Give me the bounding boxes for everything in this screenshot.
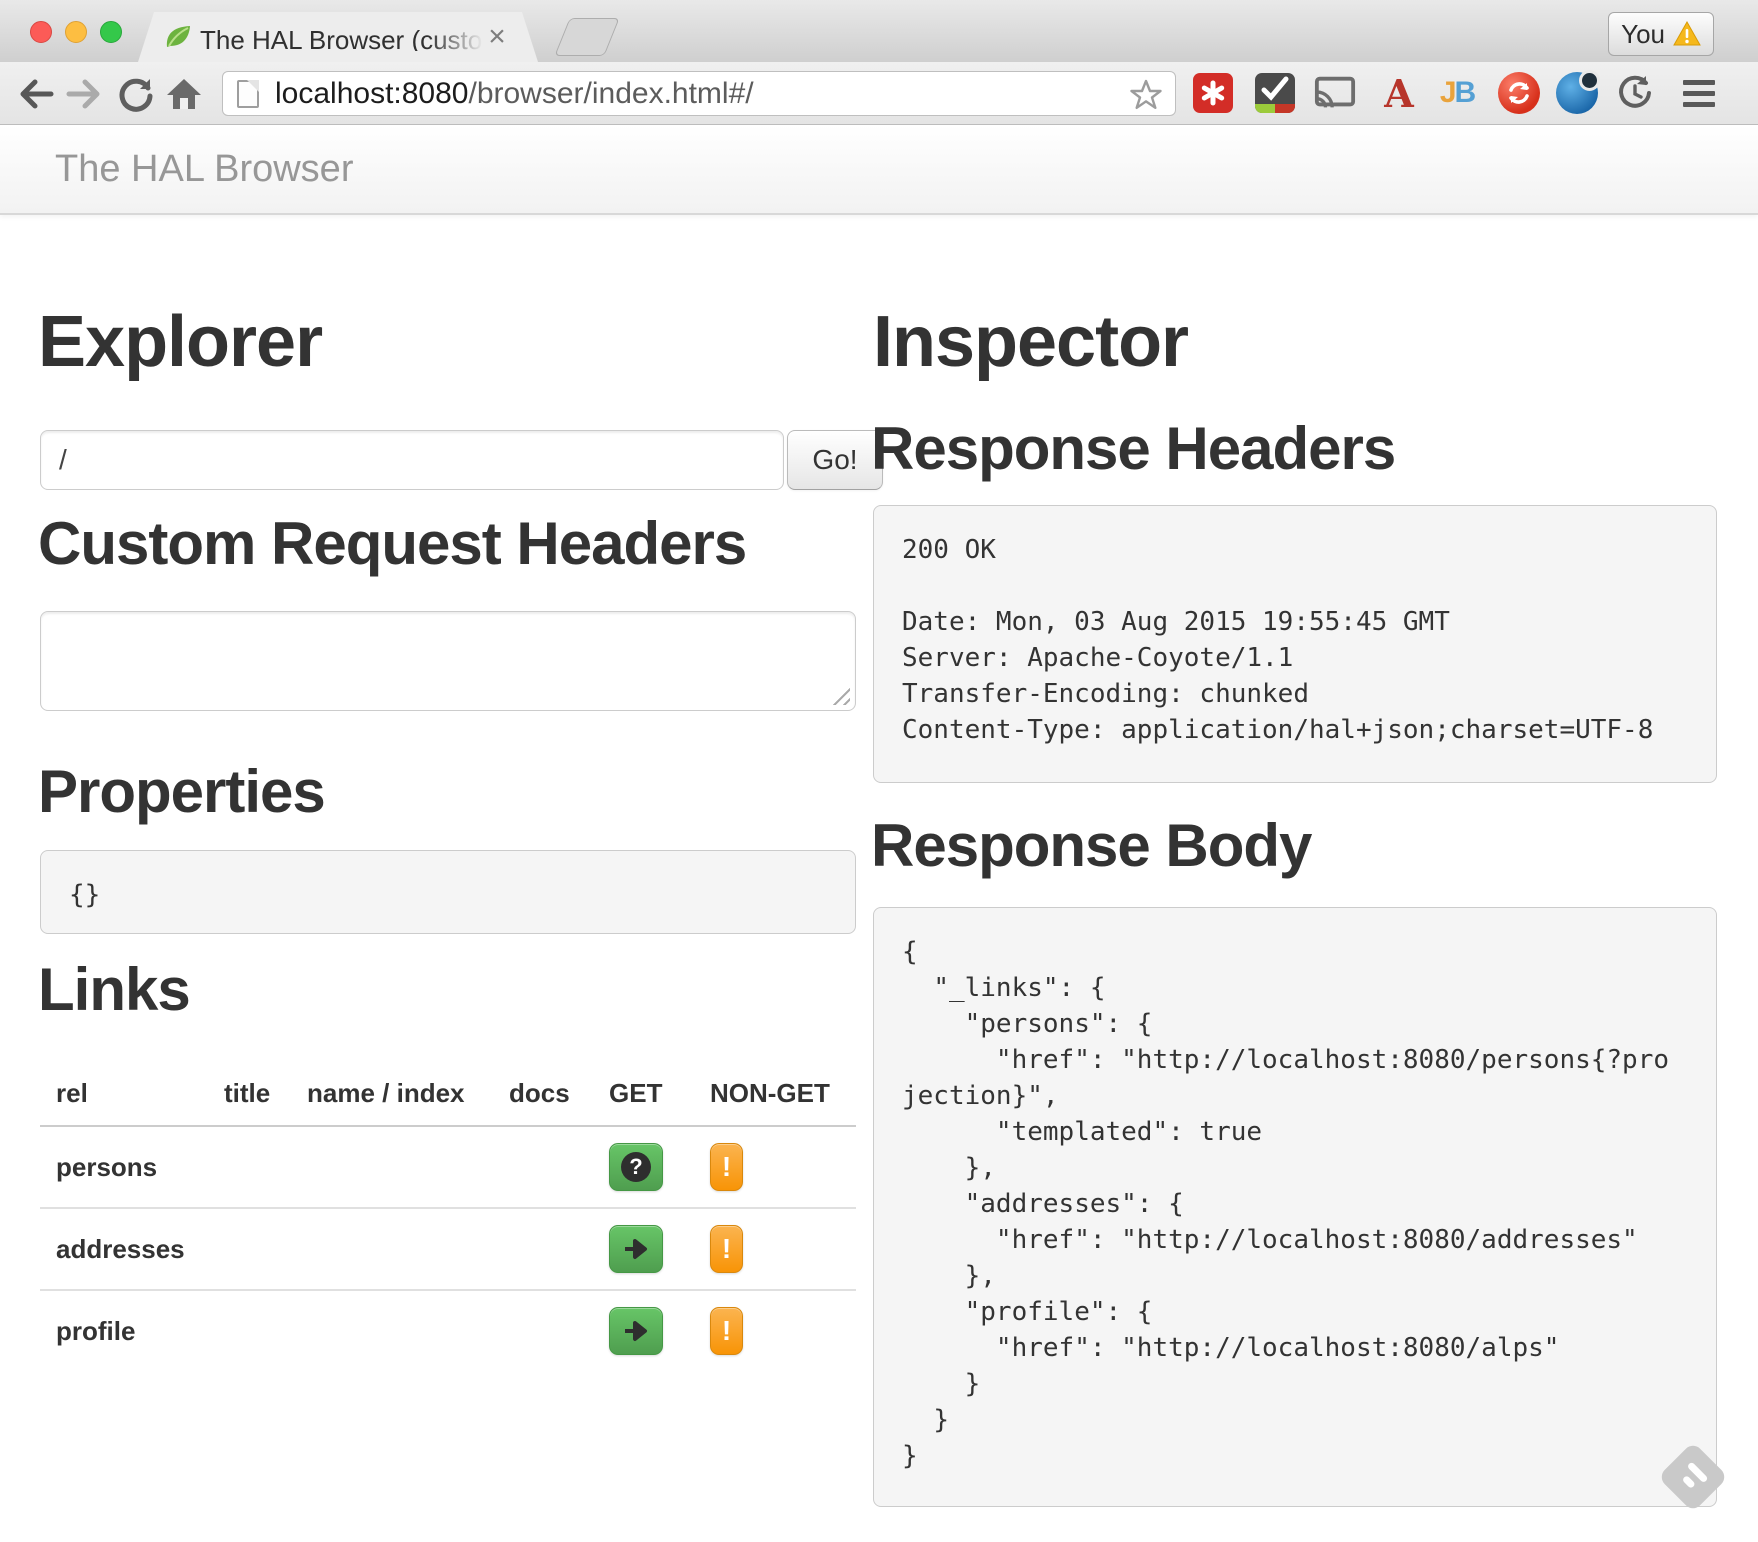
extension-history-icon[interactable] [1614, 72, 1656, 114]
url-bar[interactable]: localhost:8080/browser/index.html#/ [222, 71, 1176, 116]
col-name-index: name / index [307, 1062, 509, 1126]
get-button[interactable] [609, 1225, 663, 1273]
links-header-row: rel title name / index docs GET NON-GET [40, 1062, 856, 1126]
non-get-button[interactable]: ! [710, 1225, 743, 1273]
get-button[interactable]: ? [609, 1143, 663, 1191]
browser-tab[interactable]: The HAL Browser (customiz × [138, 12, 538, 62]
menu-icon[interactable] [1678, 72, 1720, 114]
extension-checker-icon[interactable] [1254, 72, 1296, 114]
exclamation-icon: ! [722, 1151, 731, 1183]
col-docs: docs [509, 1062, 609, 1126]
exclamation-icon: ! [722, 1233, 731, 1265]
explorer-heading: Explorer [38, 300, 322, 384]
tab-close-icon[interactable]: × [482, 22, 512, 52]
get-button[interactable] [609, 1307, 663, 1355]
rel-label: persons [40, 1126, 224, 1208]
question-icon: ? [621, 1152, 651, 1182]
url-text: localhost:8080/browser/index.html#/ [275, 77, 754, 111]
arrow-right-icon [622, 1319, 650, 1343]
url-path: /browser/index.html#/ [468, 77, 753, 110]
links-table: rel title name / index docs GET NON-GET … [40, 1062, 856, 1371]
home-button[interactable] [162, 72, 206, 116]
extension-chromecast-icon[interactable] [1314, 72, 1356, 114]
browser-window: The HAL Browser (customiz × You [0, 0, 1758, 1542]
spring-leaf-icon [164, 23, 192, 51]
response-body-heading: Response Body [871, 810, 1311, 882]
properties-value: {} [40, 850, 856, 934]
arrow-right-icon [622, 1237, 650, 1261]
site-header: The HAL Browser [0, 125, 1758, 215]
col-title: title [224, 1062, 307, 1126]
non-get-button[interactable]: ! [710, 1143, 743, 1191]
extension-annotator-icon[interactable]: A [1378, 72, 1420, 114]
window-titlebar: The HAL Browser (customiz × You [0, 0, 1758, 62]
link-row-persons: persons ? ! [40, 1126, 856, 1208]
profile-label: You [1621, 19, 1665, 50]
col-non-get: NON-GET [710, 1062, 856, 1126]
response-headers-value: 200 OK Date: Mon, 03 Aug 2015 19:55:45 G… [873, 505, 1717, 783]
links-heading: Links [38, 954, 190, 1026]
custom-headers-textarea[interactable] [40, 611, 856, 711]
exclamation-icon: ! [722, 1315, 731, 1347]
rel-label: addresses [40, 1208, 224, 1290]
url-host: localhost:8080 [275, 77, 468, 110]
close-window-button[interactable] [30, 21, 52, 43]
response-headers-heading: Response Headers [871, 413, 1395, 485]
warning-icon [1673, 21, 1701, 47]
link-row-profile: profile ! [40, 1290, 856, 1371]
extension-ball-icon[interactable] [1556, 72, 1598, 114]
properties-heading: Properties [38, 756, 325, 828]
non-get-button[interactable]: ! [710, 1307, 743, 1355]
response-body-value: { "_links": { "persons": { "href": "http… [873, 907, 1717, 1507]
address-input[interactable] [40, 430, 784, 490]
new-tab-button[interactable] [554, 18, 619, 56]
link-row-addresses: addresses ! [40, 1208, 856, 1290]
browser-toolbar: localhost:8080/browser/index.html#/ [0, 62, 1758, 125]
bookmark-star-icon[interactable] [1129, 78, 1163, 110]
extension-jetbrains-icon[interactable]: JB [1436, 72, 1478, 114]
minimize-window-button[interactable] [65, 21, 87, 43]
inspector-heading: Inspector [873, 300, 1188, 384]
forward-button[interactable] [62, 72, 106, 116]
col-get: GET [609, 1062, 710, 1126]
page-icon [237, 80, 259, 108]
zoom-window-button[interactable] [100, 21, 122, 43]
rel-label: profile [40, 1290, 224, 1371]
site-title: The HAL Browser [55, 125, 353, 213]
jetbrains-letter-b: B [1455, 76, 1475, 109]
annotator-letter: A [1384, 71, 1413, 116]
extension-lastpass-icon[interactable] [1192, 72, 1234, 114]
go-button[interactable]: Go! [787, 430, 883, 490]
col-rel: rel [40, 1062, 224, 1126]
custom-request-headers-heading: Custom Request Headers [38, 508, 746, 580]
profile-button[interactable]: You [1608, 12, 1714, 56]
extension-sync-icon[interactable] [1498, 72, 1540, 114]
back-button[interactable] [14, 72, 58, 116]
jetbrains-letter-j: J [1440, 76, 1455, 109]
reload-button[interactable] [114, 72, 158, 116]
